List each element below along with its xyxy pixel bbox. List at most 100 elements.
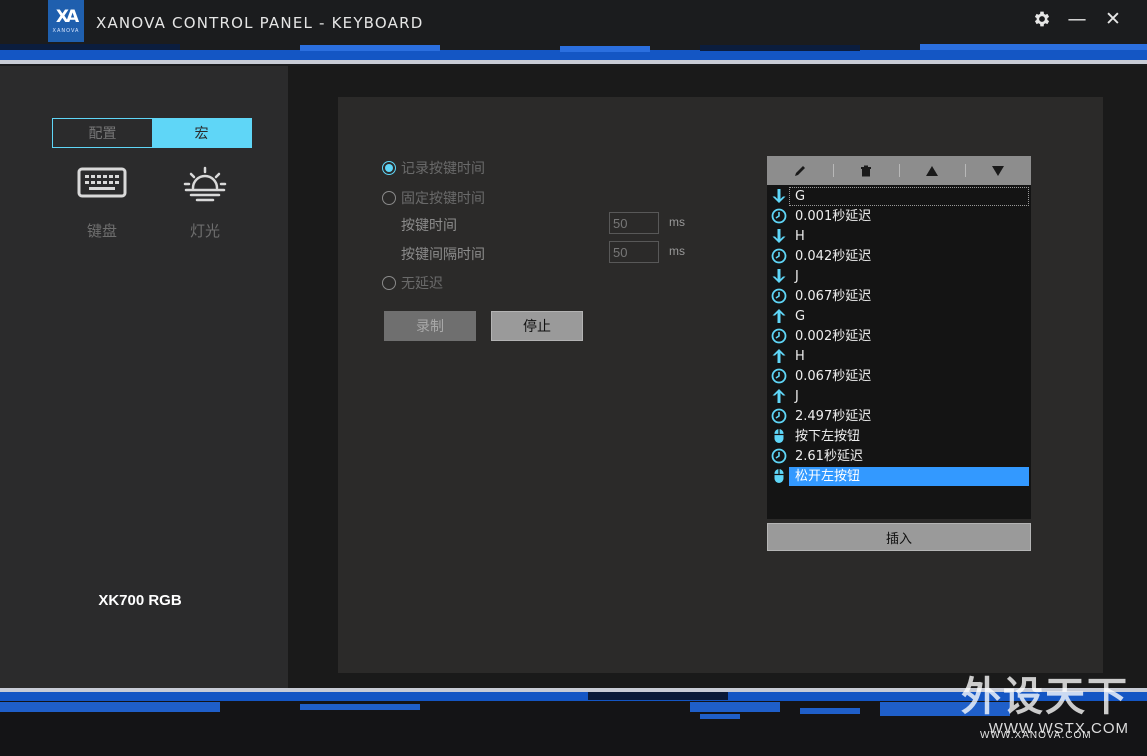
macro-list-item[interactable]: 2.61秒延迟 (767, 446, 1031, 466)
macro-list-item[interactable]: H (767, 226, 1031, 246)
device-name: XK700 RGB (98, 592, 182, 609)
option-no-delay[interactable]: 无延迟 (382, 273, 443, 293)
key-down-arrow-icon (769, 226, 789, 246)
title-bar: XA XANOVA XANOVA CONTROL PANEL - KEYBOAR… (0, 0, 1147, 66)
radio-icon (382, 161, 396, 175)
move-up-button[interactable] (899, 156, 965, 185)
macro-list-item[interactable]: 松开左按钮 (767, 466, 1031, 486)
macro-list-item[interactable]: 按下左按钮 (767, 426, 1031, 446)
sidebar: 配置 宏 键盘 灯光 XK700 RGB (0, 66, 288, 688)
sidebar-item-keyboard[interactable]: 键盘 (62, 166, 142, 241)
footer-shard (700, 714, 740, 719)
close-button[interactable]: ✕ (1100, 6, 1126, 32)
clock-icon (769, 246, 789, 266)
key-time-input[interactable] (609, 212, 659, 234)
key-up-arrow-icon (769, 386, 789, 406)
macro-list-item[interactable]: 0.002秒延迟 (767, 326, 1031, 346)
title-bar-shard (300, 45, 440, 51)
key-down-arrow-icon (769, 266, 789, 286)
clock-icon (769, 366, 789, 386)
edit-button[interactable] (767, 156, 833, 185)
footer-shard (0, 702, 220, 712)
macro-list-item[interactable]: G (767, 186, 1031, 206)
macro-panel: 记录按键时间 固定按键时间 按键时间 ms 按键间隔时间 ms 无延迟 录制 停… (338, 97, 1103, 673)
tab-config[interactable]: 配置 (53, 119, 152, 147)
macro-list-item[interactable]: H (767, 346, 1031, 366)
clock-icon (769, 286, 789, 306)
macro-item-label: 0.067秒延迟 (795, 288, 872, 304)
keyboard-icon (77, 167, 127, 198)
pencil-icon (795, 165, 805, 176)
mode-tabs: 配置 宏 (52, 118, 252, 148)
clock-icon (769, 406, 789, 426)
sidebar-item-label: 键盘 (86, 222, 117, 240)
key-up-arrow-icon (769, 306, 789, 326)
sidebar-item-lighting[interactable]: 灯光 (165, 166, 245, 241)
title-bar-shard (560, 46, 650, 52)
macro-list-item[interactable]: 0.067秒延迟 (767, 366, 1031, 386)
macro-item-label: 2.61秒延迟 (795, 448, 863, 464)
macro-item-label: G (795, 308, 806, 324)
clock-icon (769, 446, 789, 466)
macro-item-label: 按下左按钮 (795, 428, 861, 444)
footer-shard (300, 704, 420, 710)
option-label: 固定按键时间 (401, 191, 485, 207)
brand-url: WWW.XANOVA.COM (980, 730, 1092, 741)
logo-mark: XA (55, 7, 79, 27)
option-fixed-time[interactable]: 固定按键时间 (382, 188, 485, 208)
macro-item-label: J (795, 268, 799, 284)
sunrise-icon (183, 166, 227, 202)
macro-item-label: 0.042秒延迟 (795, 248, 872, 264)
macro-list-item[interactable]: J (767, 266, 1031, 286)
key-interval-unit: ms (669, 244, 685, 258)
macro-list-item[interactable]: 2.497秒延迟 (767, 406, 1031, 426)
radio-icon (382, 191, 396, 205)
macro-item-label: J (795, 388, 799, 404)
title-bar-line (0, 60, 1147, 64)
macro-list-item[interactable]: J (767, 386, 1031, 406)
record-button[interactable]: 录制 (384, 311, 476, 341)
clock-icon (769, 326, 789, 346)
logo-text: XANOVA (52, 28, 80, 34)
watermark-title: 外设天下 (961, 674, 1129, 720)
macro-item-label: 0.002秒延迟 (795, 328, 872, 344)
xanova-logo: XA XANOVA (48, 0, 84, 42)
sidebar-item-label: 灯光 (189, 222, 220, 240)
macro-list-item[interactable]: 0.067秒延迟 (767, 286, 1031, 306)
settings-button[interactable] (1029, 6, 1055, 32)
option-record-time[interactable]: 记录按键时间 (382, 158, 485, 178)
delete-button[interactable] (833, 156, 899, 185)
radio-icon (382, 276, 396, 290)
arrow-up-icon (926, 165, 938, 176)
stop-button[interactable]: 停止 (491, 311, 583, 341)
key-down-arrow-icon (769, 186, 789, 206)
close-icon: ✕ (1105, 8, 1121, 30)
option-label: 无延迟 (401, 276, 443, 292)
minimize-button[interactable]: — (1064, 6, 1090, 32)
move-down-button[interactable] (965, 156, 1031, 185)
main-area: 记录按键时间 固定按键时间 按键时间 ms 按键间隔时间 ms 无延迟 录制 停… (288, 66, 1147, 688)
clock-icon (769, 206, 789, 226)
title-bar-shard (0, 44, 180, 50)
mouse-icon (769, 466, 789, 486)
option-label: 记录按键时间 (401, 161, 485, 177)
mouse-icon (769, 426, 789, 446)
macro-rows: G 0.001秒延迟 H 0.042秒延迟 J 0.067秒延迟 G 0.002秒延迟 H 0.0… (767, 186, 1031, 486)
footer-shard (690, 702, 780, 712)
macro-item-label: G (789, 186, 1029, 206)
macro-list-item[interactable]: 0.001秒延迟 (767, 206, 1031, 226)
footer-shard (588, 692, 728, 700)
key-interval-input[interactable] (609, 241, 659, 263)
macro-item-label: 2.497秒延迟 (795, 408, 872, 424)
key-interval-label: 按键间隔时间 (401, 247, 485, 263)
key-time-label: 按键时间 (401, 218, 457, 234)
insert-button[interactable]: 插入 (767, 523, 1031, 551)
macro-list-item[interactable]: 0.042秒延迟 (767, 246, 1031, 266)
macro-item-label: 松开左按钮 (789, 466, 1029, 486)
tab-macro[interactable]: 宏 (152, 119, 251, 147)
macro-list-item[interactable]: G (767, 306, 1031, 326)
macro-list: G 0.001秒延迟 H 0.042秒延迟 J 0.067秒延迟 G 0.002秒延迟 H 0.0… (767, 156, 1031, 519)
title-bar-shard (700, 45, 860, 51)
window-title: XANOVA CONTROL PANEL - KEYBOARD (96, 14, 424, 32)
minimize-icon: — (1067, 8, 1087, 30)
